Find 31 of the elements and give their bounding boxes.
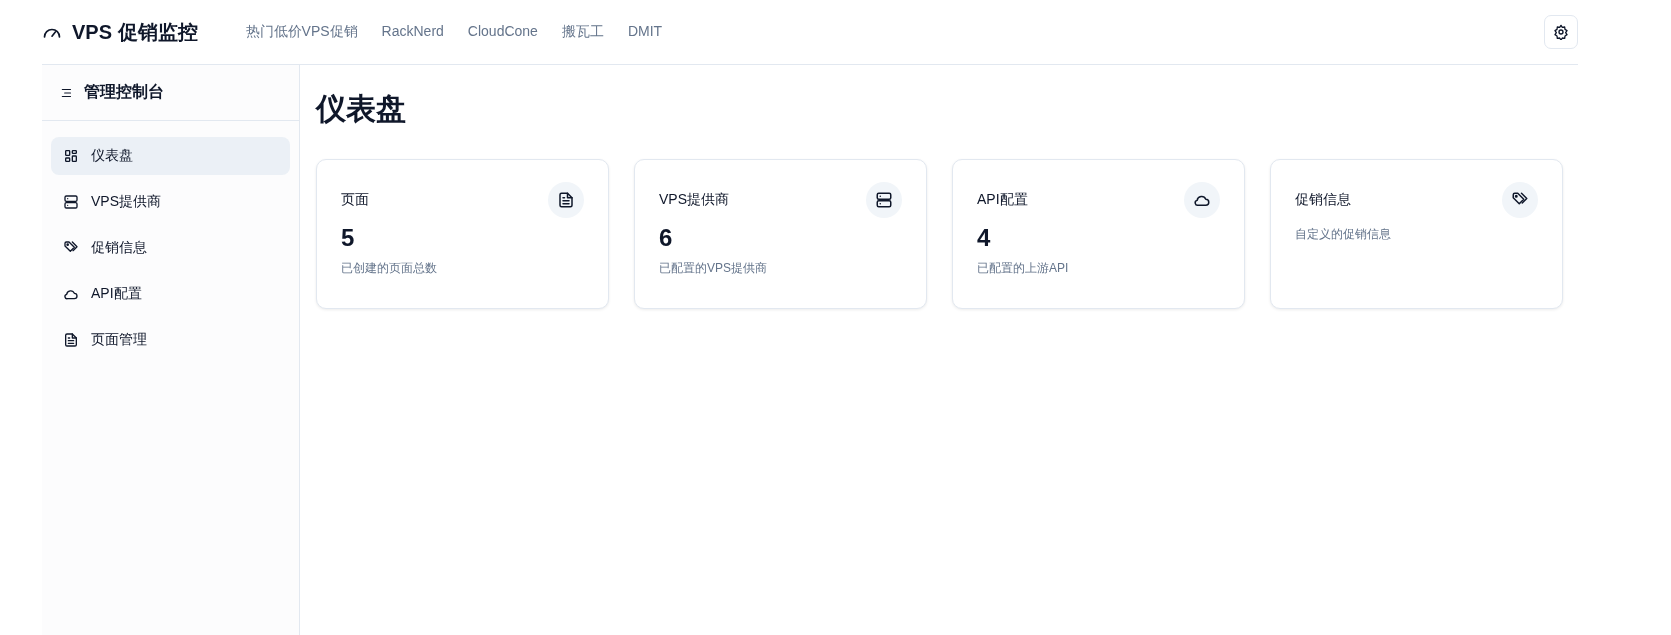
nav-link[interactable]: 热门低价VPS促销 <box>245 23 358 41</box>
settings-icon <box>1553 24 1569 40</box>
card-title: API配置 <box>977 191 1028 209</box>
settings-button[interactable] <box>1544 15 1578 49</box>
nav-link[interactable]: DMIT <box>627 23 663 41</box>
card-description: 自定义的促销信息 <box>1295 226 1392 243</box>
grid-icon <box>63 148 79 164</box>
page-title: 仪表盘 <box>316 91 407 127</box>
server-icon <box>875 191 893 209</box>
sidebar-title: 管理控制台 <box>84 82 164 102</box>
nav-link[interactable]: 搬瓦工 <box>561 23 604 41</box>
stat-value: 6 <box>659 224 674 252</box>
card-description: 已配置的VPS提供商 <box>659 260 768 277</box>
card-description: 已配置的上游API <box>977 260 1070 277</box>
sidebar-item[interactable]: VPS提供商 <box>51 183 290 221</box>
site-logo[interactable]: VPS 促销监控 <box>72 18 198 46</box>
stat-value: 4 <box>977 224 992 252</box>
card-description: 已创建的页面总数 <box>341 260 438 277</box>
nav-link[interactable]: CloudCone <box>467 23 538 41</box>
stat-value: 5 <box>341 224 356 252</box>
sidebar-item[interactable]: 页面管理 <box>51 321 290 359</box>
sidebar-item[interactable]: API配置 <box>51 275 290 313</box>
nav-link[interactable]: RackNerd <box>381 23 444 41</box>
sidebar-item[interactable]: 促销信息 <box>51 229 290 267</box>
document-icon <box>557 191 575 209</box>
card-title: 促销信息 <box>1295 191 1351 209</box>
sidebar-item[interactable]: 仪表盘 <box>51 137 290 175</box>
card-title: VPS提供商 <box>659 191 729 209</box>
server-icon <box>63 194 79 210</box>
card-title: 页面 <box>341 191 369 209</box>
document-icon <box>63 332 79 348</box>
